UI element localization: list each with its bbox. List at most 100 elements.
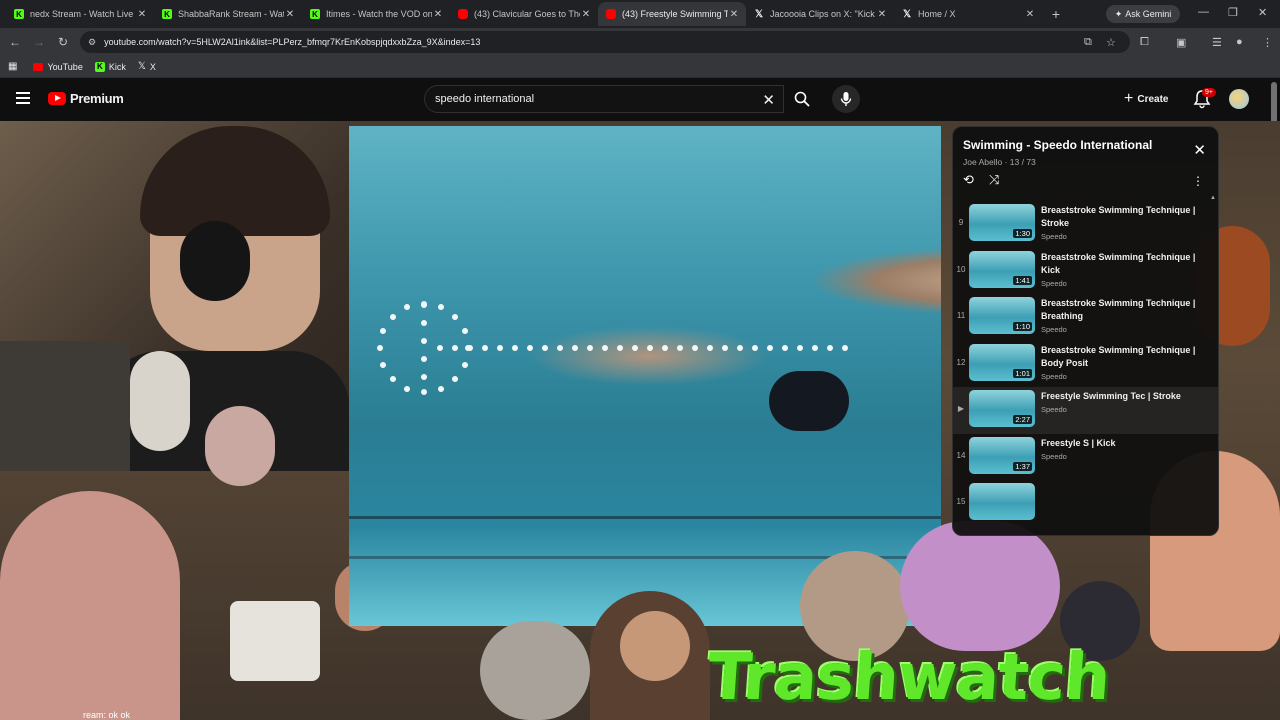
reading-list-icon[interactable]: ☰ bbox=[1212, 36, 1222, 49]
path-dot bbox=[647, 345, 653, 351]
playlist-item[interactable]: 12 1:01 Breaststroke Swimming Technique | … bbox=[953, 341, 1218, 388]
path-dot bbox=[421, 302, 427, 308]
path-dot bbox=[497, 345, 503, 351]
ask-gemini-button[interactable]: ✦ Ask Gemini bbox=[1106, 5, 1180, 23]
browser-tab[interactable]: K Itimes - Watch the VOD on ✕ bbox=[302, 2, 450, 26]
playlist-item-title[interactable]: Freestyle Swimming Tec | Stroke bbox=[1041, 390, 1201, 403]
path-dot bbox=[722, 345, 728, 351]
minimize-icon[interactable]: — bbox=[1198, 6, 1209, 18]
close-playlist-icon[interactable]: ✕ bbox=[1193, 141, 1206, 159]
close-tab-icon[interactable]: ✕ bbox=[876, 9, 888, 20]
bookmark-x[interactable]: 𝕏X bbox=[138, 61, 156, 72]
notification-count-badge: 9+ bbox=[1202, 88, 1216, 97]
path-dot bbox=[737, 345, 743, 351]
path-dot bbox=[827, 345, 833, 351]
browser-tab[interactable]: (43) Clavicular Goes to The ✕ bbox=[450, 2, 598, 26]
path-dot bbox=[782, 345, 788, 351]
clear-search-icon[interactable]: ✕ bbox=[762, 91, 775, 109]
youtube-icon bbox=[33, 62, 44, 71]
bookmark-kick[interactable]: K Kick bbox=[94, 61, 126, 72]
address-bar[interactable]: ⚙ youtube.com/watch?v=5HLW2Al1ink&list=P… bbox=[80, 31, 1130, 53]
x-icon: 𝕏 bbox=[754, 8, 764, 20]
playlist-item-title[interactable]: Breaststroke Swimming Technique | Kick bbox=[1041, 251, 1201, 277]
reload-icon[interactable]: ↻ bbox=[51, 35, 75, 49]
path-dot bbox=[461, 361, 468, 368]
forward-arrow-icon[interactable]: → bbox=[27, 35, 51, 49]
search-input[interactable]: speedo international ✕ bbox=[424, 85, 784, 113]
playlist-item[interactable]: 10 1:41 Breaststroke Swimming Technique | … bbox=[953, 248, 1218, 295]
video-thumbnail[interactable]: 1:01 bbox=[969, 343, 1035, 381]
account-avatar[interactable] bbox=[1229, 89, 1249, 109]
search-button[interactable] bbox=[786, 85, 818, 113]
browser-tab-title: ShabbaRank Stream - Watch bbox=[178, 9, 284, 19]
path-dot bbox=[452, 345, 458, 351]
playlist-item-meta: Breaststroke Swimming Technique | Kick Sp… bbox=[1041, 251, 1201, 288]
playlist-item[interactable]: ▶ 2:27 Freestyle Swimming Tec | Stroke Spee… bbox=[953, 387, 1218, 434]
playlist-items: 9 1:30 Breaststroke Swimming Technique | S… bbox=[953, 201, 1218, 535]
close-tab-icon[interactable]: ✕ bbox=[432, 9, 444, 20]
video-thumbnail[interactable]: 1:30 bbox=[969, 204, 1035, 241]
back-arrow-icon[interactable]: ← bbox=[3, 35, 27, 49]
profile-icon[interactable]: ● bbox=[1236, 36, 1243, 48]
bookmark-youtube[interactable]: YouTube bbox=[33, 62, 83, 72]
playlist-item[interactable]: 11 1:10 Breaststroke Swimming Technique | … bbox=[953, 294, 1218, 341]
playlist-item[interactable]: 15 bbox=[953, 480, 1218, 527]
youtube-logo[interactable]: Premium bbox=[48, 91, 124, 106]
create-button[interactable]: + Create bbox=[1120, 87, 1172, 111]
kick-icon: K bbox=[14, 9, 24, 19]
path-dot bbox=[437, 345, 443, 351]
maximize-icon[interactable]: ❐ bbox=[1228, 6, 1238, 19]
browser-tab[interactable]: 𝕏 Jacoooia Clips on X: "Kick st ✕ bbox=[746, 2, 894, 26]
playlist-item-title[interactable]: Breaststroke Swimming Technique | Breath… bbox=[1041, 297, 1201, 323]
path-dot bbox=[380, 361, 387, 368]
search-input-value[interactable]: speedo international bbox=[435, 93, 534, 105]
video-thumbnail[interactable]: 1:41 bbox=[969, 250, 1035, 288]
browser-tab[interactable]: 𝕏 Home / X ✕ bbox=[894, 2, 1042, 26]
menu-icon[interactable] bbox=[16, 92, 30, 104]
playlist-item-channel: Speedo bbox=[1041, 278, 1067, 288]
path-dot bbox=[662, 345, 668, 351]
playlist-item-title[interactable]: Breaststroke Swimming Technique | Stroke bbox=[1041, 204, 1201, 230]
path-dot bbox=[452, 313, 459, 320]
shuffle-icon[interactable]: ⤨ bbox=[989, 172, 999, 188]
browser-tab[interactable]: Knedx Stream - Watch Live on ✕ bbox=[6, 2, 154, 26]
close-tab-icon[interactable]: ✕ bbox=[1024, 9, 1036, 20]
playlist-item[interactable]: 9 1:30 Breaststroke Swimming Technique | S… bbox=[953, 201, 1218, 248]
x-icon: 𝕏 bbox=[902, 8, 912, 20]
browser-menu-icon[interactable]: ⋮ bbox=[1262, 36, 1273, 49]
browser-tab[interactable]: K ShabbaRank Stream - Watch ✕ bbox=[154, 2, 302, 26]
split-view-icon[interactable]: ▣ bbox=[1176, 36, 1186, 49]
playlist-item[interactable]: 14 1:37 Freestyle S | Kick Speedo bbox=[953, 434, 1218, 481]
path-dot bbox=[380, 328, 387, 335]
close-tab-icon[interactable]: ✕ bbox=[136, 9, 148, 20]
playlist-subtitle: Joe Abello · 13 / 73 bbox=[963, 157, 1036, 167]
address-bar-url[interactable]: youtube.com/watch?v=5HLW2Al1ink&list=PLP… bbox=[104, 37, 480, 47]
swimmer-trunks bbox=[769, 371, 849, 431]
bookmark-label: Kick bbox=[108, 61, 126, 72]
playlist-item-title[interactable]: Breaststroke Swimming Technique | Body P… bbox=[1041, 344, 1201, 370]
window-close-icon[interactable]: ✕ bbox=[1258, 6, 1267, 19]
video-thumbnail[interactable]: 1:37 bbox=[969, 436, 1035, 474]
close-tab-icon[interactable]: ✕ bbox=[728, 9, 740, 20]
video-thumbnail[interactable]: 2:27 bbox=[969, 390, 1035, 427]
bookmark-star-icon[interactable]: ☆ bbox=[1106, 36, 1116, 49]
loop-icon[interactable]: ⟲ bbox=[963, 172, 974, 188]
browser-tab-title: nedx Stream - Watch Live on bbox=[30, 9, 136, 19]
voice-search-button[interactable] bbox=[832, 85, 860, 113]
install-app-icon[interactable]: ⧉ bbox=[1084, 36, 1092, 49]
apps-grid-icon[interactable]: ▦ bbox=[8, 61, 17, 72]
close-tab-icon[interactable]: ✕ bbox=[284, 9, 296, 20]
video-thumbnail[interactable]: 1:10 bbox=[969, 297, 1035, 334]
more-options-icon[interactable]: ⋮ bbox=[1192, 174, 1204, 188]
playlist-title[interactable]: Swimming - Speedo International bbox=[963, 138, 1152, 152]
close-tab-icon[interactable]: ✕ bbox=[580, 9, 592, 20]
path-dot bbox=[512, 345, 518, 351]
extensions-icon[interactable]: ⧠ bbox=[1140, 36, 1149, 49]
new-tab-icon[interactable]: + bbox=[1046, 6, 1066, 22]
browser-tab[interactable]: (43) Freestyle Swimming Tec ✕ bbox=[598, 2, 746, 26]
video-thumbnail[interactable] bbox=[969, 483, 1035, 520]
pool-lane-line bbox=[349, 516, 941, 519]
playlist-item-title[interactable]: Freestyle S | Kick bbox=[1041, 437, 1201, 450]
playlist-item-meta bbox=[1041, 483, 1201, 485]
site-info-icon[interactable]: ⚙ bbox=[88, 37, 96, 48]
